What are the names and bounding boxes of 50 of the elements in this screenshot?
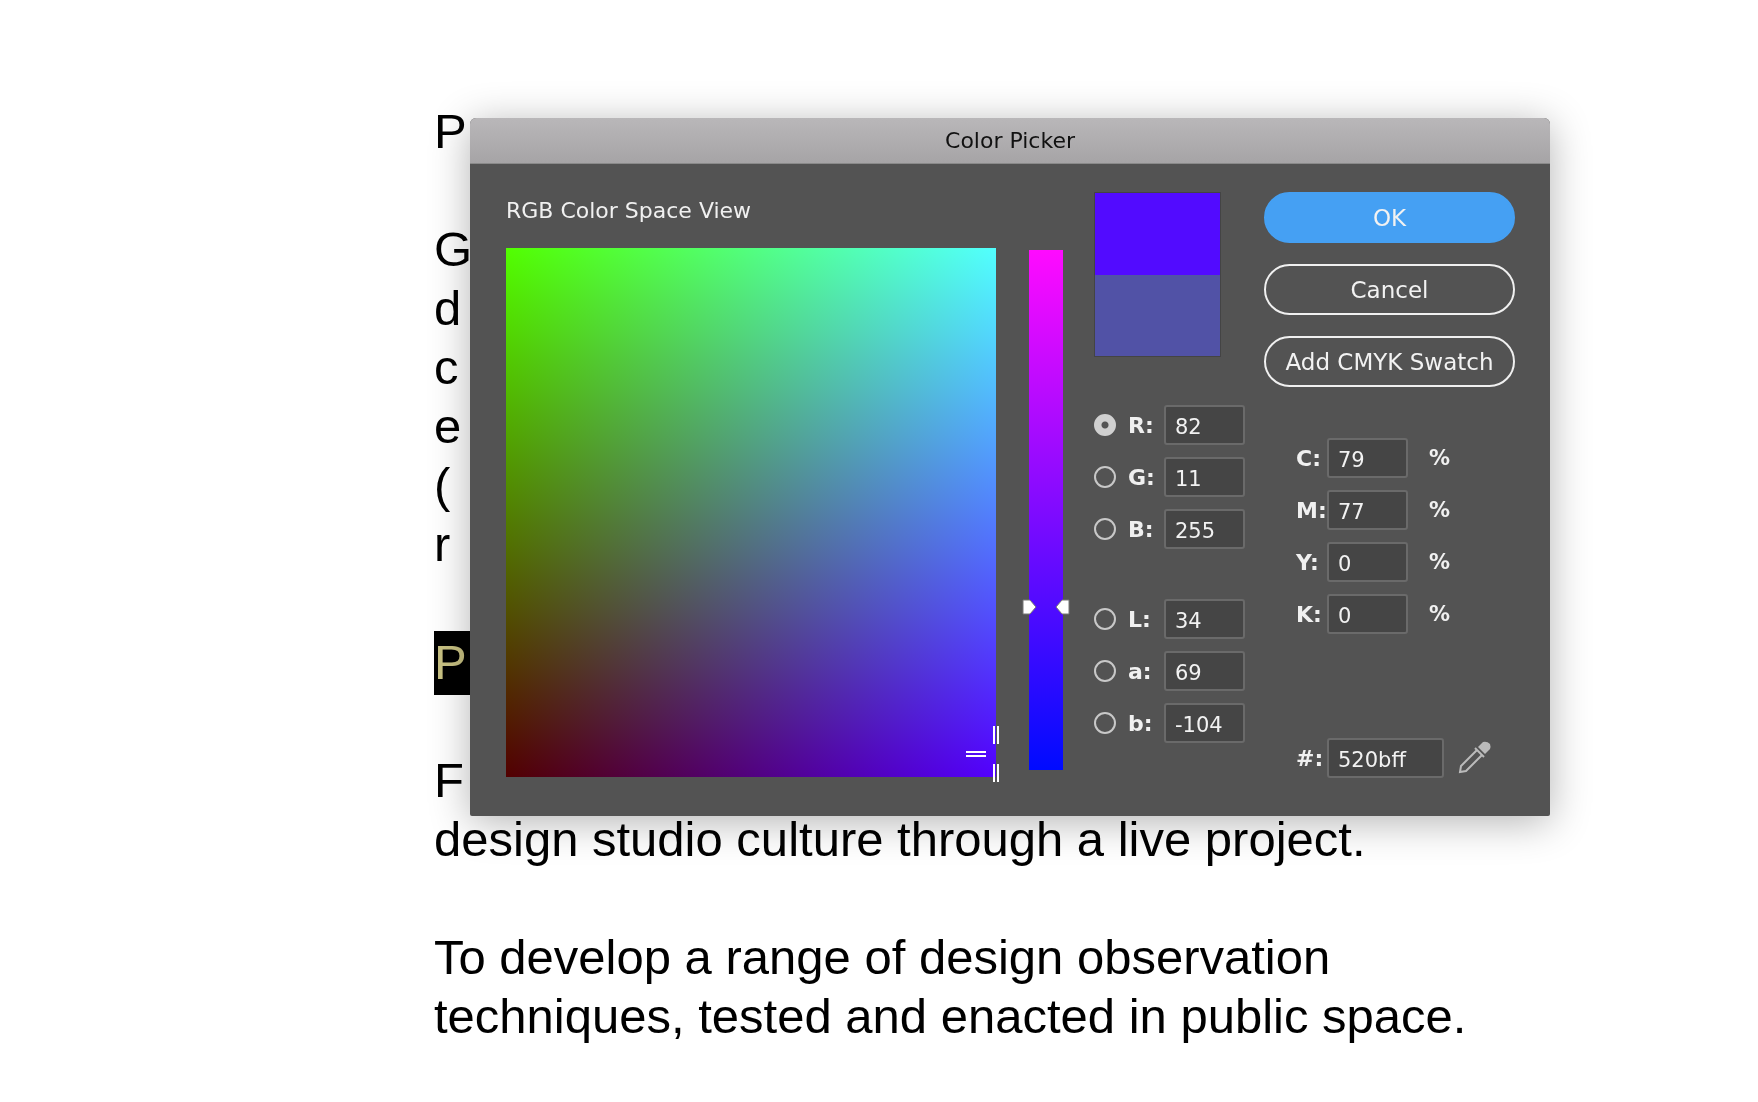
eyedropper-icon[interactable] xyxy=(1457,741,1491,775)
slider-handle[interactable] xyxy=(1022,597,1070,618)
paragraph-line: techniques, tested and enacted in public space. xyxy=(434,989,1467,1043)
unit-label: % xyxy=(1429,550,1451,574)
field-label: Y: xyxy=(1296,549,1320,575)
paragraph-line: design studio culture through a live project. xyxy=(434,812,1366,866)
radio-button[interactable] xyxy=(1094,414,1116,436)
field-label: C: xyxy=(1296,445,1322,471)
field-label: B: xyxy=(1128,516,1155,542)
paragraph-line: e xyxy=(434,399,462,453)
dialog-button[interactable]: Cancel xyxy=(1264,264,1515,315)
paragraph-line: To develop a range of design observation xyxy=(434,930,1331,984)
input-field[interactable]: 77 xyxy=(1327,490,1408,530)
field-label: K: xyxy=(1296,601,1323,627)
input-field[interactable]: 34 xyxy=(1164,599,1245,639)
paragraph-line: G xyxy=(434,222,473,276)
unit-label: % xyxy=(1429,498,1451,522)
input-field[interactable]: 79 xyxy=(1327,438,1408,478)
radio-button[interactable] xyxy=(1094,660,1116,682)
field-label: #: xyxy=(1296,745,1325,771)
hex-field[interactable]: 520bff xyxy=(1327,738,1444,778)
radio-button[interactable] xyxy=(1094,608,1116,630)
radio-button[interactable] xyxy=(1094,466,1116,488)
paragraph-line: r xyxy=(434,517,451,571)
input-field[interactable]: 0 xyxy=(1327,594,1408,634)
unit-label: % xyxy=(1429,602,1451,626)
window-title: Color Picker xyxy=(945,128,1075,153)
heading-text: P xyxy=(434,104,467,158)
field-label: a: xyxy=(1128,658,1153,684)
radio-button[interactable] xyxy=(1094,518,1116,540)
field-label: b: xyxy=(1128,710,1154,736)
field-label: L: xyxy=(1128,606,1152,632)
input-field[interactable]: 82 xyxy=(1164,405,1245,445)
radio-button[interactable] xyxy=(1094,712,1116,734)
paragraph-line: d xyxy=(434,281,462,335)
paragraph-line: F xyxy=(434,753,464,807)
highlighted-text: P xyxy=(434,631,470,695)
input-field[interactable]: 69 xyxy=(1164,651,1245,691)
dialog-button[interactable]: Add CMYK Swatch xyxy=(1264,336,1515,387)
paragraph-line: c xyxy=(434,340,459,394)
paragraph-line: ( xyxy=(434,458,451,512)
input-field[interactable]: 11 xyxy=(1164,457,1245,497)
input-field[interactable]: -104 xyxy=(1164,703,1245,743)
field-label: M: xyxy=(1296,497,1327,523)
section-label: RGB Color Space View xyxy=(506,197,753,225)
input-field[interactable]: 255 xyxy=(1164,509,1245,549)
field-label: R: xyxy=(1128,412,1155,438)
field-label: G: xyxy=(1128,464,1156,490)
input-field[interactable]: 0 xyxy=(1327,542,1408,582)
unit-label: % xyxy=(1429,446,1451,470)
